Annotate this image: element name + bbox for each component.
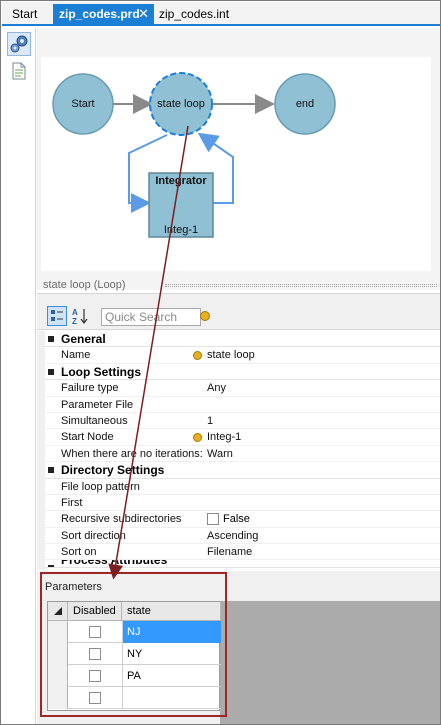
- property-value[interactable]: Integ-1: [207, 429, 241, 445]
- property-row-start-node[interactable]: Start Node Integ-1: [45, 429, 440, 446]
- sort-az-icon: A Z: [72, 308, 88, 326]
- sort-alphabetical-button[interactable]: A Z: [71, 306, 91, 326]
- category-loop-settings[interactable]: Loop Settings: [45, 363, 440, 381]
- end-node-label: end: [295, 98, 315, 110]
- property-value: False: [223, 513, 250, 526]
- empty-grid-area: [220, 601, 440, 724]
- application-window: Start zip_codes.prd ✕ zip_codes.int Star…: [0, 0, 441, 725]
- integrator-title: Integrator: [155, 175, 207, 187]
- process-diagram[interactable]: Start state loop end Integrator Integ-1: [41, 57, 431, 271]
- category-general[interactable]: General: [45, 331, 440, 348]
- categorized-icon: [51, 310, 63, 321]
- close-icon[interactable]: ✕: [138, 4, 149, 24]
- property-row-name[interactable]: Name state loop: [45, 347, 440, 364]
- svg-text:Z: Z: [72, 317, 77, 326]
- property-key: Parameter File: [61, 398, 134, 411]
- highlight-box: [40, 572, 227, 717]
- collapse-icon[interactable]: [48, 336, 54, 342]
- property-key: When there are no iterations:: [61, 447, 203, 460]
- info-icon[interactable]: [200, 311, 210, 321]
- property-key: Sort on: [61, 546, 97, 559]
- property-grid-panel: A Z Quick Search General Name state loop …: [37, 293, 440, 570]
- property-row-sort-on[interactable]: Sort on Filename: [45, 544, 440, 561]
- recursive-checkbox[interactable]: [207, 513, 219, 526]
- property-value[interactable]: Any: [207, 380, 226, 396]
- category-directory-settings[interactable]: Directory Settings: [45, 462, 440, 479]
- property-row-recursive-subdirectories[interactable]: Recursive subdirectories False: [45, 511, 440, 528]
- svg-text:A: A: [72, 308, 78, 317]
- property-key: Name: [61, 349, 91, 362]
- property-key: Simultaneous: [61, 414, 128, 427]
- category-process-attributes[interactable]: Process Attributes: [45, 560, 440, 569]
- tab-bar: Start zip_codes.prd ✕ zip_codes.int: [2, 2, 440, 26]
- property-key: Recursive subdirectories: [61, 513, 182, 526]
- category-title: General: [61, 332, 106, 346]
- gears-icon[interactable]: [7, 32, 31, 56]
- collapse-icon[interactable]: [48, 467, 54, 474]
- property-row-parameter-file[interactable]: Parameter File: [45, 397, 440, 413]
- property-grid: General Name state loop Loop Settings Fai…: [45, 331, 440, 569]
- tab-label: Start: [12, 7, 38, 21]
- property-row-first[interactable]: First: [45, 495, 440, 512]
- left-toolbar: [2, 28, 36, 724]
- grid-gutter: [37, 331, 45, 570]
- tab-start[interactable]: Start: [8, 4, 41, 24]
- grip-divider[interactable]: [165, 284, 437, 287]
- property-value[interactable]: Warn: [207, 446, 233, 462]
- collapse-icon[interactable]: [48, 565, 54, 568]
- start-node-label: Start: [71, 98, 95, 110]
- info-icon[interactable]: [193, 351, 202, 361]
- tab-zip-codes-int[interactable]: zip_codes.int: [155, 4, 233, 24]
- tab-label: zip_codes.prd: [59, 7, 140, 21]
- state-loop-node-label: state loop: [157, 98, 205, 110]
- property-key: Start Node: [61, 431, 114, 444]
- tab-zip-codes-prd[interactable]: zip_codes.prd ✕: [53, 4, 154, 24]
- property-row-no-iterations[interactable]: When there are no iterations: Warn: [45, 446, 440, 463]
- property-key: Failure type: [61, 382, 119, 395]
- category-title: Loop Settings: [61, 364, 141, 379]
- property-value[interactable]: state loop: [207, 347, 255, 363]
- property-value[interactable]: Filename: [207, 544, 252, 560]
- document-icon[interactable]: [11, 62, 27, 80]
- quick-search-input[interactable]: Quick Search: [101, 308, 201, 326]
- property-key: First: [61, 496, 83, 509]
- property-value[interactable]: Ascending: [207, 528, 258, 544]
- property-row-sort-direction[interactable]: Sort direction Ascending: [45, 528, 440, 545]
- category-title: Directory Settings: [61, 463, 165, 478]
- property-value[interactable]: 1: [207, 413, 213, 429]
- property-panel-header: state loop (Loop): [37, 277, 440, 293]
- info-icon[interactable]: [193, 433, 202, 443]
- property-row-simultaneous[interactable]: Simultaneous 1: [45, 413, 440, 430]
- property-key: Sort direction: [61, 529, 126, 542]
- property-key: File loop pattern: [61, 480, 140, 493]
- property-row-failure-type[interactable]: Failure type Any: [45, 380, 440, 397]
- categorized-view-button[interactable]: [47, 306, 67, 326]
- panel-title: state loop (Loop): [43, 279, 126, 291]
- property-toolbar: A Z Quick Search: [37, 294, 440, 330]
- property-row-file-loop-pattern[interactable]: File loop pattern: [45, 479, 440, 495]
- tab-label: zip_codes.int: [159, 7, 230, 21]
- category-title: Process Attributes: [61, 560, 168, 568]
- integrator-instance: Integ-1: [163, 224, 199, 236]
- collapse-icon[interactable]: [48, 368, 54, 375]
- diagram-canvas: [52, 72, 336, 238]
